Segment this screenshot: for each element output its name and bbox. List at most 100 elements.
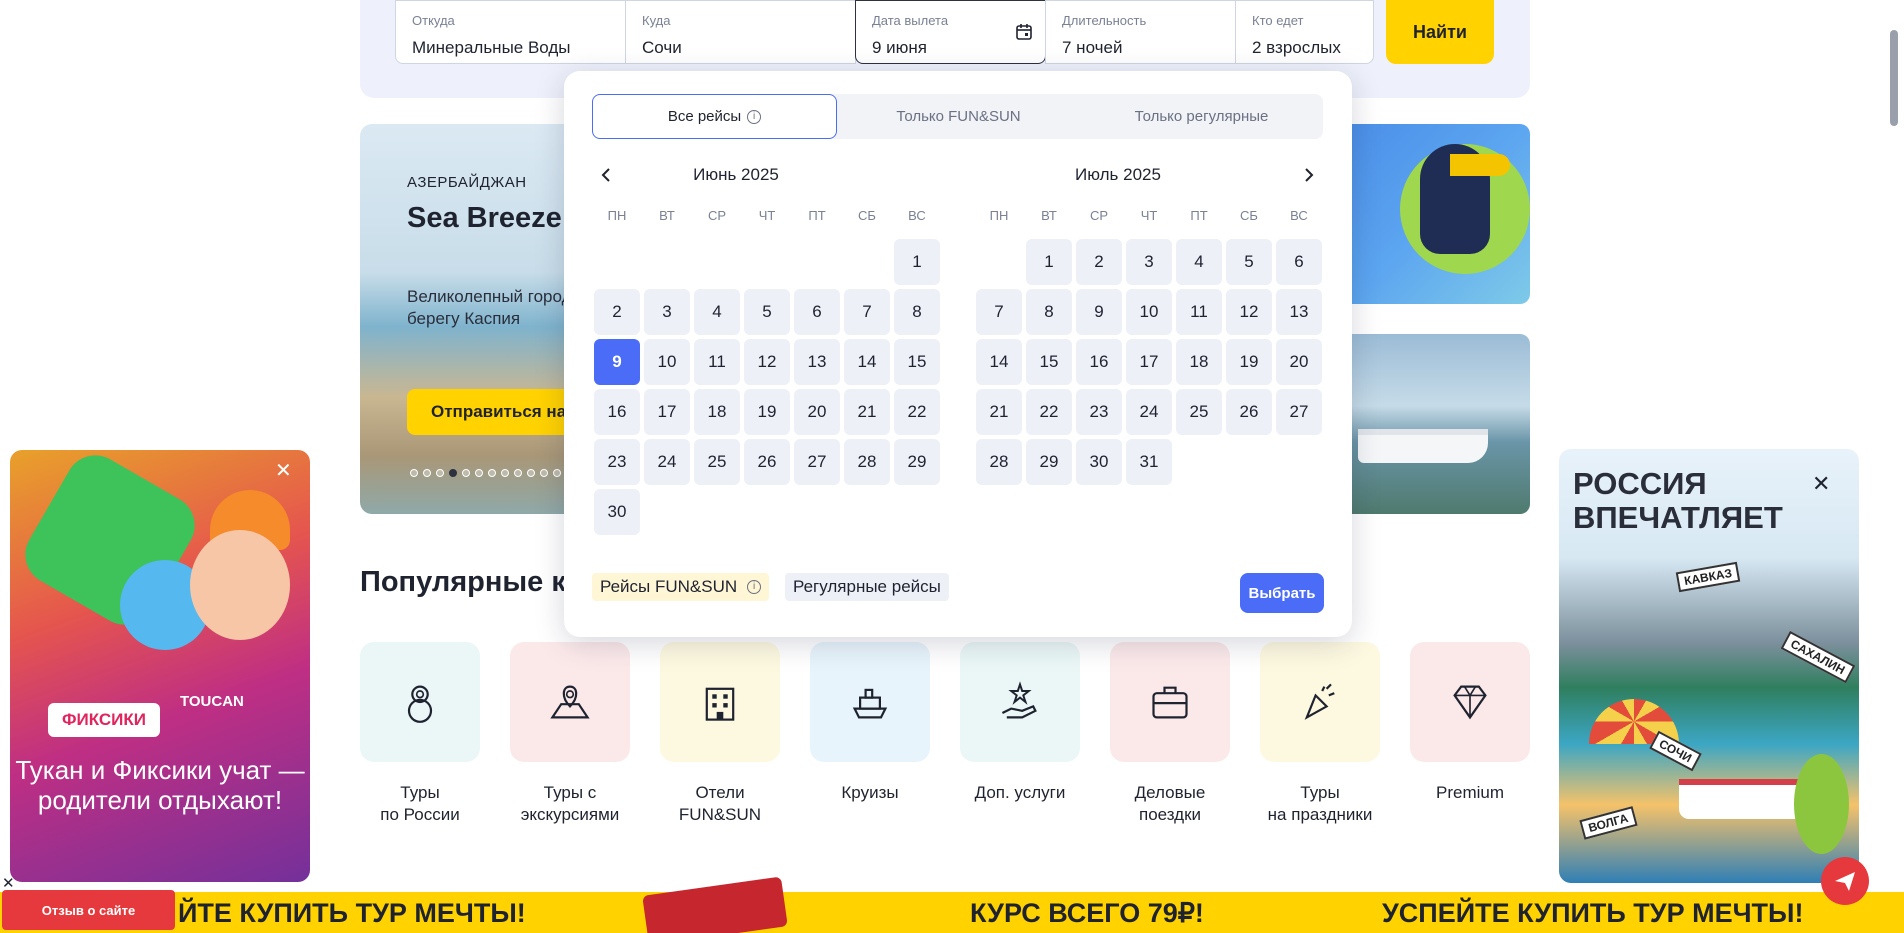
calendar-day[interactable]: 20 <box>794 389 840 435</box>
info-icon[interactable]: i <box>747 109 762 124</box>
calendar-day[interactable]: 9 <box>1076 289 1122 335</box>
selected-day[interactable]: 9 <box>594 339 640 385</box>
calendar-day[interactable]: 12 <box>1226 289 1272 335</box>
calendar-day[interactable]: 4 <box>1176 239 1222 285</box>
calendar-day[interactable]: 25 <box>1176 389 1222 435</box>
calendar-day[interactable]: 8 <box>894 289 940 335</box>
calendar-day[interactable]: 7 <box>844 289 890 335</box>
calendar-day[interactable]: 7 <box>976 289 1022 335</box>
slider-dot[interactable] <box>462 469 470 477</box>
category-tile[interactable] <box>810 642 930 762</box>
calendar-day[interactable]: 21 <box>844 389 890 435</box>
calendar-day[interactable]: 17 <box>644 389 690 435</box>
calendar-day[interactable]: 2 <box>594 289 640 335</box>
cat-extra[interactable]: Доп. услуги <box>960 642 1080 804</box>
calendar-day[interactable]: 30 <box>594 489 640 535</box>
scrollbar-thumb[interactable] <box>1890 30 1898 126</box>
calendar-day[interactable]: 14 <box>976 339 1022 385</box>
calendar-day[interactable]: 16 <box>594 389 640 435</box>
calendar-day[interactable]: 6 <box>1276 239 1322 285</box>
date-field[interactable]: Дата вылета 9 июня <box>855 0 1046 64</box>
calendar-day[interactable]: 19 <box>1226 339 1272 385</box>
category-tile[interactable] <box>1410 642 1530 762</box>
next-month-button[interactable] <box>1299 165 1319 185</box>
close-icon[interactable]: ✕ <box>275 458 292 483</box>
chat-button[interactable] <box>1821 857 1869 905</box>
calendar-day[interactable]: 26 <box>744 439 790 485</box>
calendar-day[interactable]: 23 <box>1076 389 1122 435</box>
slider-dot[interactable] <box>501 469 509 477</box>
cat-excursions[interactable]: Туры с экскурсиями <box>510 642 630 826</box>
calendar-day[interactable]: 15 <box>894 339 940 385</box>
category-tile[interactable] <box>1260 642 1380 762</box>
promo-ticker[interactable]: ЙТЕ КУПИТЬ ТУР МЕЧТЫ! КУРС ВСЕГО 79₽! УС… <box>0 892 1904 933</box>
category-tile[interactable] <box>960 642 1080 762</box>
tab-all-flights[interactable]: Все рейсы i <box>592 94 837 139</box>
left-ad-banner[interactable]: ФИКСИКИ TOUCAN Тукан и Фиксики учат — ро… <box>10 450 310 882</box>
right-ad-banner[interactable]: РОССИЯ ВПЕЧАТЛЯЕТ ✕ КАВКАЗ САХАЛИН СОЧИ … <box>1559 449 1859 883</box>
cat-premium[interactable]: Premium <box>1410 642 1530 804</box>
calendar-day[interactable]: 28 <box>976 439 1022 485</box>
duration-field[interactable]: Длительность 7 ночей <box>1045 0 1236 64</box>
calendar-day[interactable]: 11 <box>1176 289 1222 335</box>
calendar-day[interactable]: 19 <box>744 389 790 435</box>
promo-cruise-banner[interactable] <box>1340 334 1530 514</box>
category-tile[interactable] <box>1110 642 1230 762</box>
cat-holidays[interactable]: Туры на праздники <box>1260 642 1380 826</box>
slider-dot[interactable] <box>475 469 483 477</box>
slider-dot[interactable] <box>410 469 418 477</box>
calendar-day[interactable]: 18 <box>694 389 740 435</box>
calendar-day[interactable]: 12 <box>744 339 790 385</box>
info-icon[interactable]: i <box>747 580 762 594</box>
calendar-day[interactable]: 21 <box>976 389 1022 435</box>
tab-regular-only[interactable]: Только регулярные <box>1080 94 1323 139</box>
cat-hotels[interactable]: Отели FUN&SUN <box>660 642 780 826</box>
slider-dot[interactable] <box>540 469 548 477</box>
calendar-day[interactable]: 27 <box>1276 389 1322 435</box>
calendar-day[interactable]: 27 <box>794 439 840 485</box>
calendar-day[interactable]: 31 <box>1126 439 1172 485</box>
calendar-day[interactable]: 5 <box>744 289 790 335</box>
slider-dot[interactable] <box>514 469 522 477</box>
calendar-day[interactable]: 29 <box>1026 439 1072 485</box>
calendar-day[interactable]: 24 <box>644 439 690 485</box>
slider-dots[interactable] <box>410 469 574 477</box>
close-icon[interactable]: ✕ <box>1812 471 1830 497</box>
calendar-day[interactable]: 24 <box>1126 389 1172 435</box>
cat-russia[interactable]: Туры по России <box>360 642 480 826</box>
calendar-day[interactable]: 1 <box>1026 239 1072 285</box>
to-field[interactable]: Куда Сочи <box>625 0 856 64</box>
category-tile[interactable] <box>660 642 780 762</box>
calendar-day[interactable]: 13 <box>794 339 840 385</box>
calendar-day[interactable]: 23 <box>594 439 640 485</box>
calendar-day[interactable]: 5 <box>1226 239 1272 285</box>
calendar-day[interactable]: 3 <box>1126 239 1172 285</box>
calendar-day[interactable]: 10 <box>1126 289 1172 335</box>
cat-cruises[interactable]: Круизы <box>810 642 930 804</box>
travelers-field[interactable]: Кто едет 2 взрослых <box>1235 0 1374 64</box>
promo-toucan-banner[interactable] <box>1340 124 1530 304</box>
calendar-day[interactable]: 4 <box>694 289 740 335</box>
find-button[interactable]: Найти <box>1386 0 1494 64</box>
calendar-day[interactable]: 14 <box>844 339 890 385</box>
cat-business[interactable]: Деловые поездки <box>1110 642 1230 826</box>
calendar-day[interactable]: 16 <box>1076 339 1122 385</box>
calendar-day[interactable]: 20 <box>1276 339 1322 385</box>
slider-dot[interactable] <box>527 469 535 477</box>
slider-dot[interactable] <box>553 469 561 477</box>
slider-dot[interactable] <box>436 469 444 477</box>
tab-funsun-only[interactable]: Только FUN&SUN <box>837 94 1080 139</box>
choose-button[interactable]: Выбрать <box>1240 573 1324 613</box>
slider-dot[interactable] <box>449 469 457 477</box>
from-field[interactable]: Откуда Минеральные Воды <box>395 0 626 64</box>
category-tile[interactable] <box>360 642 480 762</box>
slider-dot[interactable] <box>423 469 431 477</box>
calendar-day[interactable]: 8 <box>1026 289 1072 335</box>
calendar-day[interactable]: 30 <box>1076 439 1122 485</box>
calendar-day[interactable]: 25 <box>694 439 740 485</box>
calendar-day[interactable]: 11 <box>694 339 740 385</box>
calendar-day[interactable]: 17 <box>1126 339 1172 385</box>
calendar-day[interactable]: 22 <box>1026 389 1072 435</box>
calendar-day[interactable]: 28 <box>844 439 890 485</box>
slider-dot[interactable] <box>488 469 496 477</box>
